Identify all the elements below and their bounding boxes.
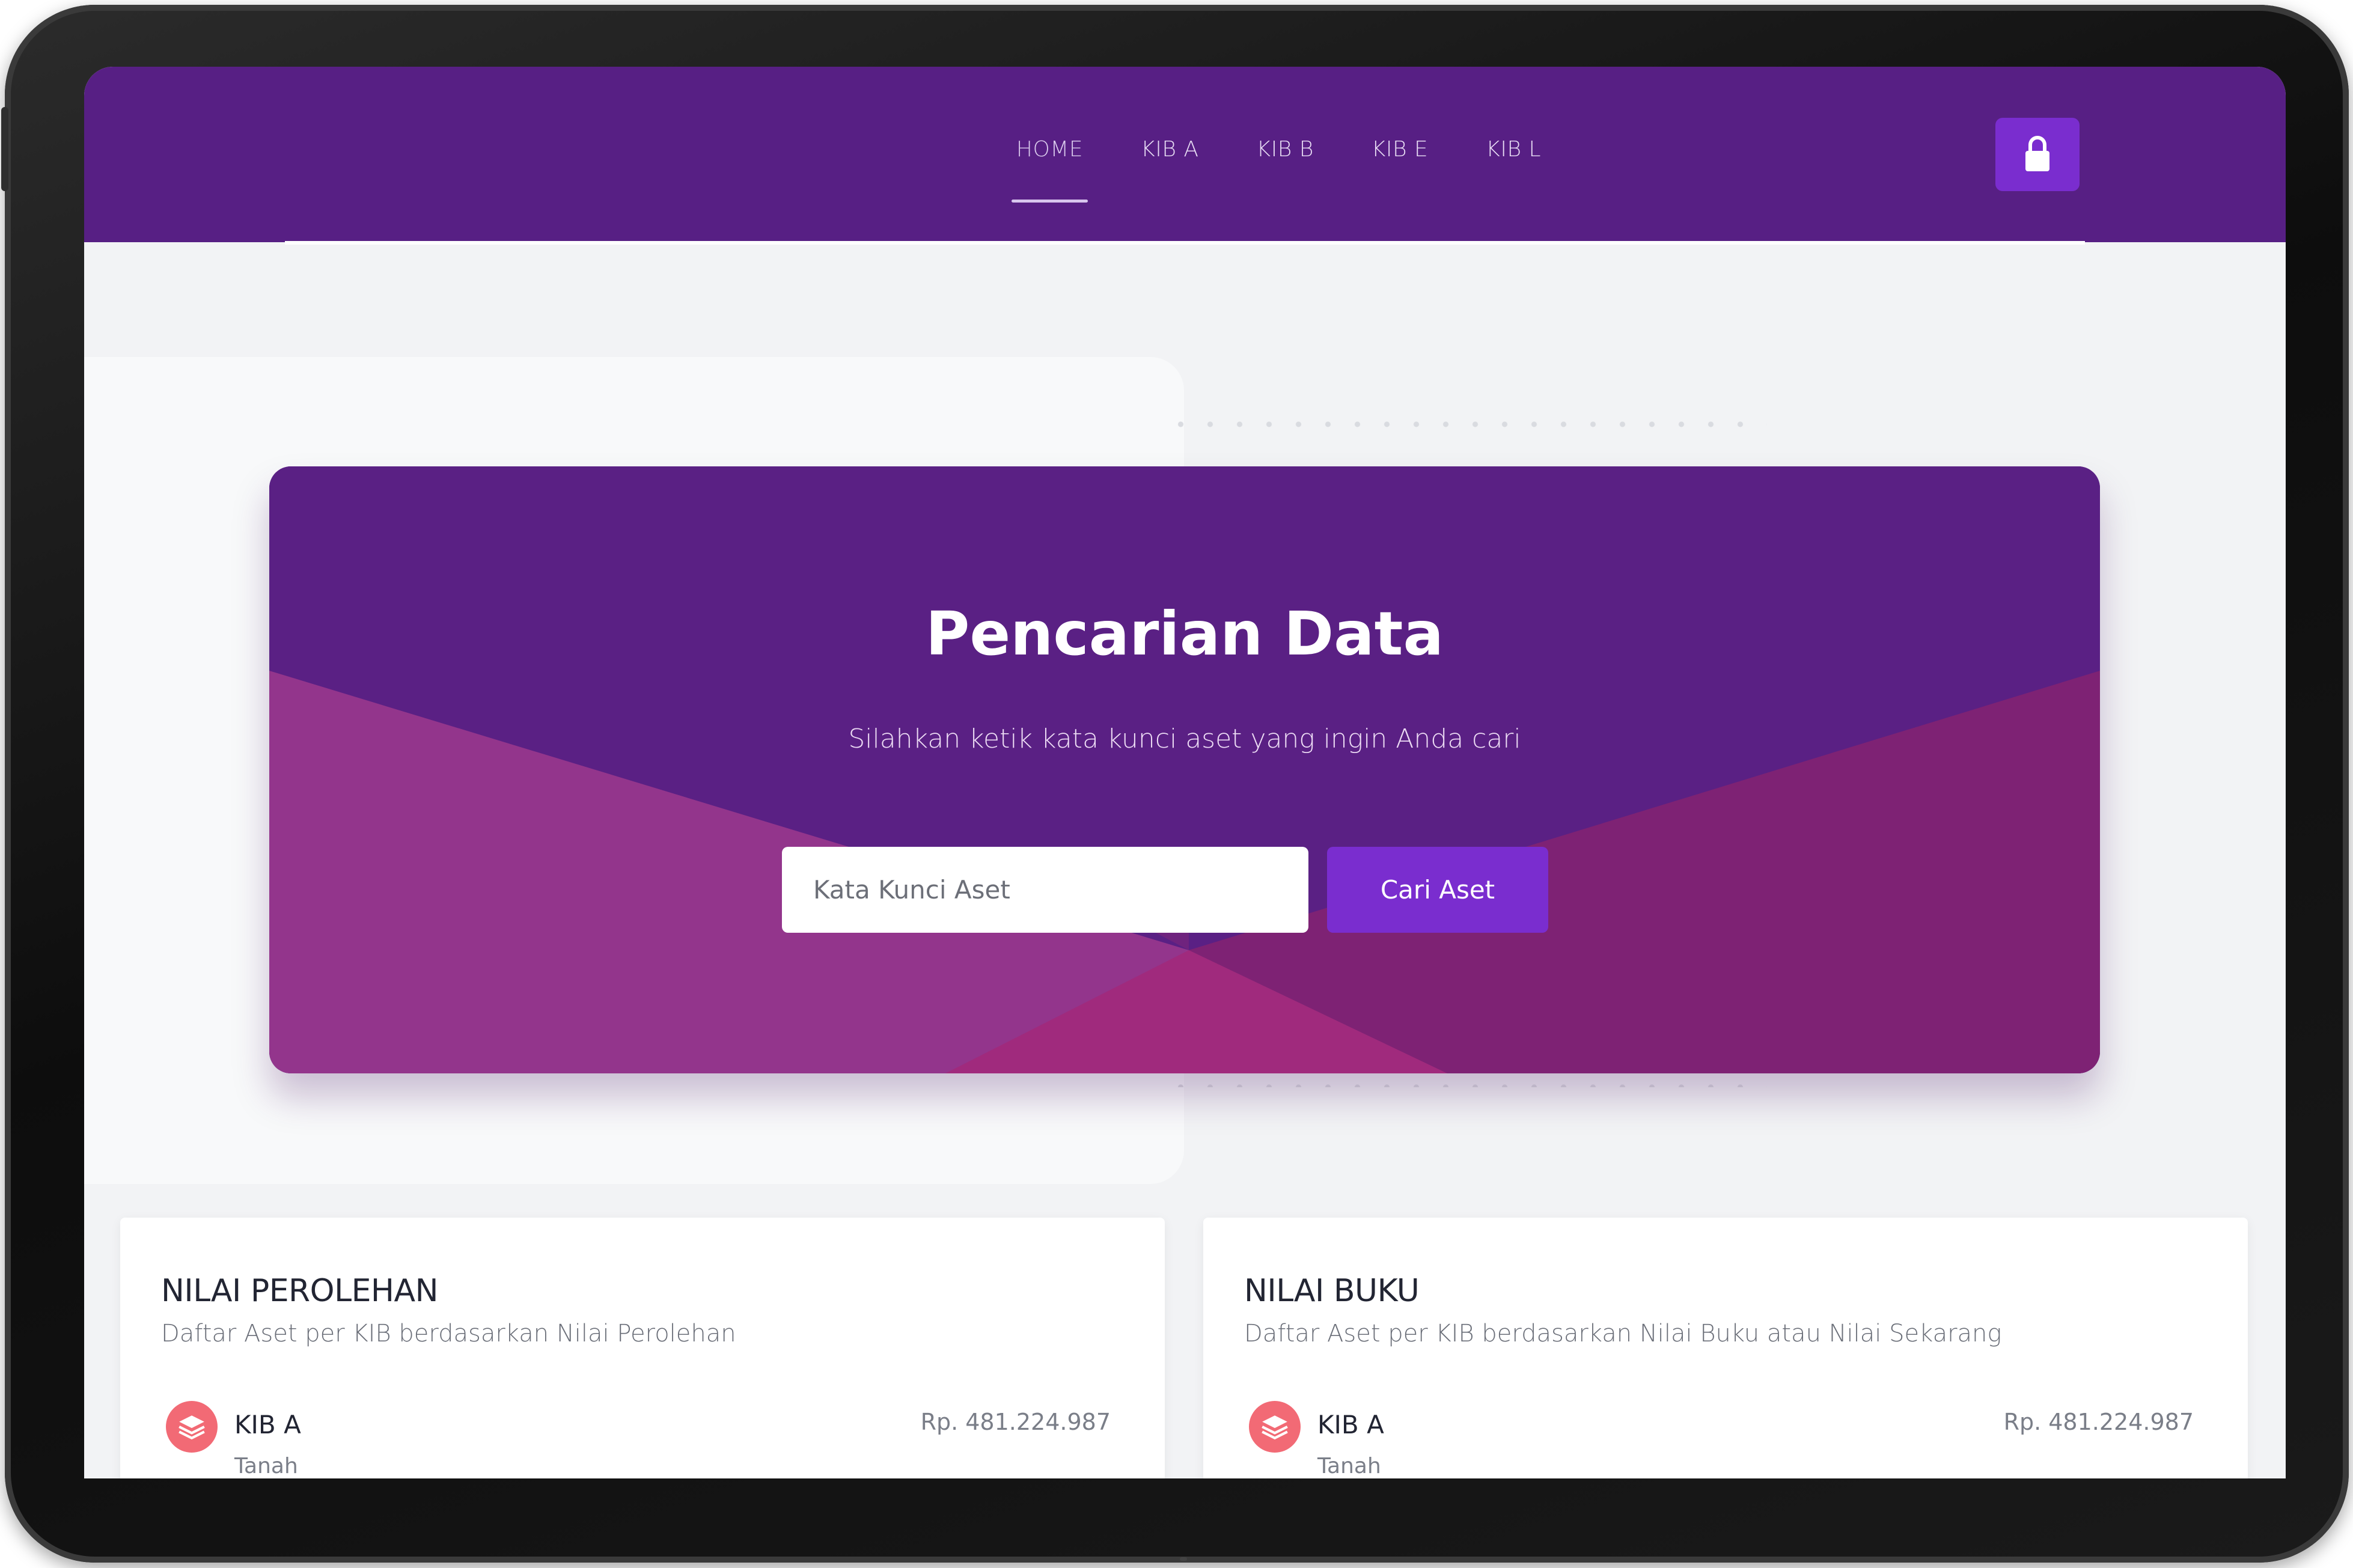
nav-item-kib-b[interactable]: KIB B [1227, 137, 1342, 162]
device-side-button [1, 107, 8, 191]
list-item-name: KIB A [234, 1410, 301, 1439]
search-asset-button[interactable]: Cari Aset [1327, 847, 1548, 933]
nav-item-kib-l[interactable]: KIB L [1457, 137, 1570, 162]
card-nilai-buku: NILAI BUKU Daftar Aset per KIB berdasark… [1203, 1218, 2248, 1478]
layers-icon [166, 1401, 218, 1453]
nav-item-kib-e[interactable]: KIB E [1343, 137, 1457, 162]
list-item-value: Rp. 481.224.987 [2003, 1409, 2194, 1435]
card-description: Daftar Aset per KIB berdasarkan Nilai Pe… [161, 1320, 736, 1347]
card-nilai-perolehan: NILAI PEROLEHAN Daftar Aset per KIB berd… [120, 1218, 1165, 1478]
hero-subtitle: Silahkan ketik kata kunci aset yang ingi… [848, 724, 1521, 754]
layers-icon [1249, 1401, 1301, 1453]
nav-item-kib-a[interactable]: KIB A [1112, 137, 1227, 162]
card-title: NILAI BUKU [1244, 1273, 1420, 1309]
app-screen: HOME KIB A KIB B KIB E KIB L Pencarian D… [84, 67, 2286, 1478]
list-item-value: Rp. 481.224.987 [920, 1409, 1111, 1435]
hero-background-shapes [269, 466, 2100, 1073]
decorative-dots [1166, 406, 1767, 448]
list-item-subtitle: Tanah [1317, 1454, 1381, 1478]
navbar-divider [285, 241, 2085, 245]
list-item-subtitle: Tanah [234, 1454, 298, 1478]
top-navbar: HOME KIB A KIB B KIB E KIB L [84, 67, 2286, 245]
asset-keyword-input[interactable] [782, 847, 1308, 933]
search-hero-card: Pencarian Data Silahkan ketik kata kunci… [269, 466, 2100, 1073]
card-description: Daftar Aset per KIB berdasarkan Nilai Bu… [1244, 1320, 2002, 1347]
hero-title: Pencarian Data [926, 599, 1444, 669]
card-title: NILAI PEROLEHAN [161, 1273, 439, 1309]
lock-icon [2025, 136, 2049, 171]
nav-menu: HOME KIB A KIB B KIB E KIB L [178, 137, 2286, 203]
list-item-name: KIB A [1317, 1410, 1384, 1439]
nav-item-home[interactable]: HOME [987, 137, 1112, 203]
device-bottom-mark [1180, 1557, 1187, 1561]
login-button[interactable] [1995, 118, 2080, 191]
tablet-frame: HOME KIB A KIB B KIB E KIB L Pencarian D… [1, 5, 2349, 1563]
